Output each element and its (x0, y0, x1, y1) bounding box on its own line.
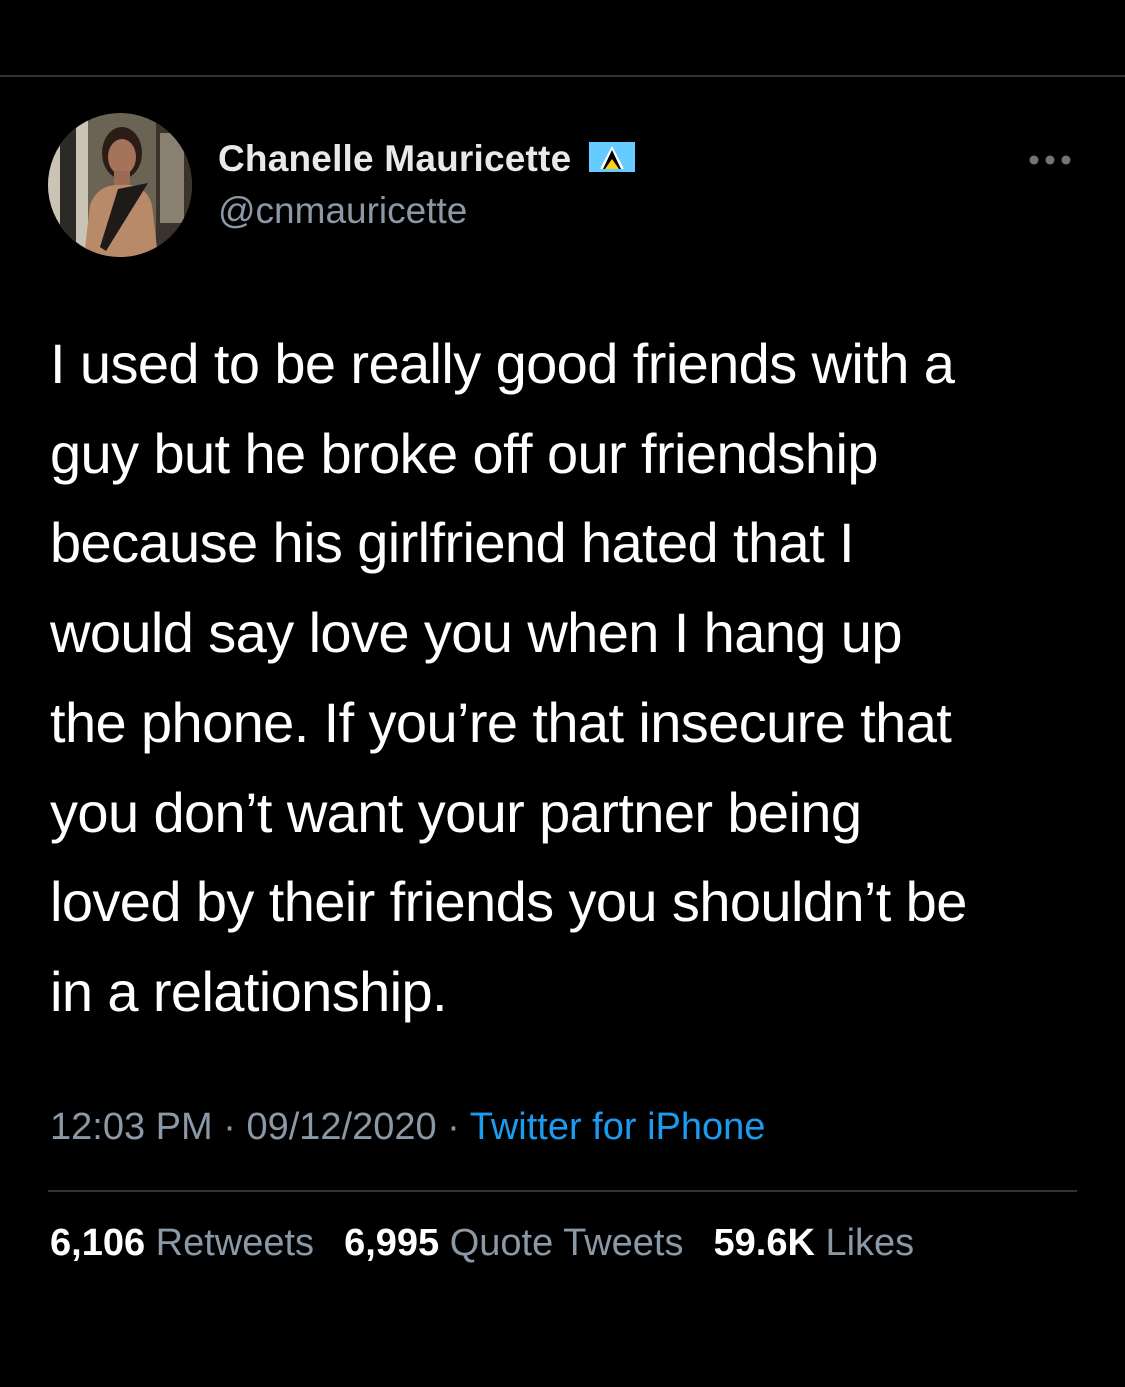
quote-tweets-stat[interactable]: 6,995 Quote Tweets (344, 1222, 683, 1265)
meta-separator: · (436, 1106, 470, 1148)
retweets-stat[interactable]: 6,106 Retweets (50, 1222, 314, 1265)
likes-count: 59.6K (713, 1222, 815, 1264)
tweet-date[interactable]: 09/12/2020 (246, 1106, 436, 1148)
quote-tweets-label: Quote Tweets (449, 1222, 684, 1264)
author-display-name[interactable]: Chanelle Mauricette (218, 138, 571, 180)
likes-label: Likes (825, 1222, 915, 1264)
quote-tweets-count: 6,995 (344, 1222, 440, 1264)
tweet-meta: 12:03 PM · 09/12/2020 · Twitter for iPho… (50, 1106, 765, 1149)
likes-stat[interactable]: 59.6K Likes (714, 1222, 915, 1265)
tweet-time[interactable]: 12:03 PM (50, 1106, 213, 1148)
avatar-photo (48, 113, 192, 257)
meta-separator: · (212, 1106, 247, 1148)
avatar[interactable] (48, 113, 192, 257)
top-divider (0, 75, 1125, 77)
tweet-stats: 6,106 Retweets 6,995 Quote Tweets 59.6K … (50, 1222, 944, 1265)
saint-lucia-flag-icon (589, 141, 636, 177)
stats-divider (48, 1190, 1077, 1192)
tweet-text: I used to be really good friends with a … (50, 332, 967, 1023)
author-name-row[interactable]: Chanelle Mauricette (218, 136, 636, 182)
author-handle[interactable]: @cnmauricette (218, 190, 467, 232)
tweet-source-link[interactable]: Twitter for iPhone (470, 1106, 766, 1148)
retweets-count: 6,106 (50, 1222, 146, 1264)
retweets-label: Retweets (155, 1222, 315, 1264)
more-options-icon[interactable] (1026, 150, 1074, 170)
